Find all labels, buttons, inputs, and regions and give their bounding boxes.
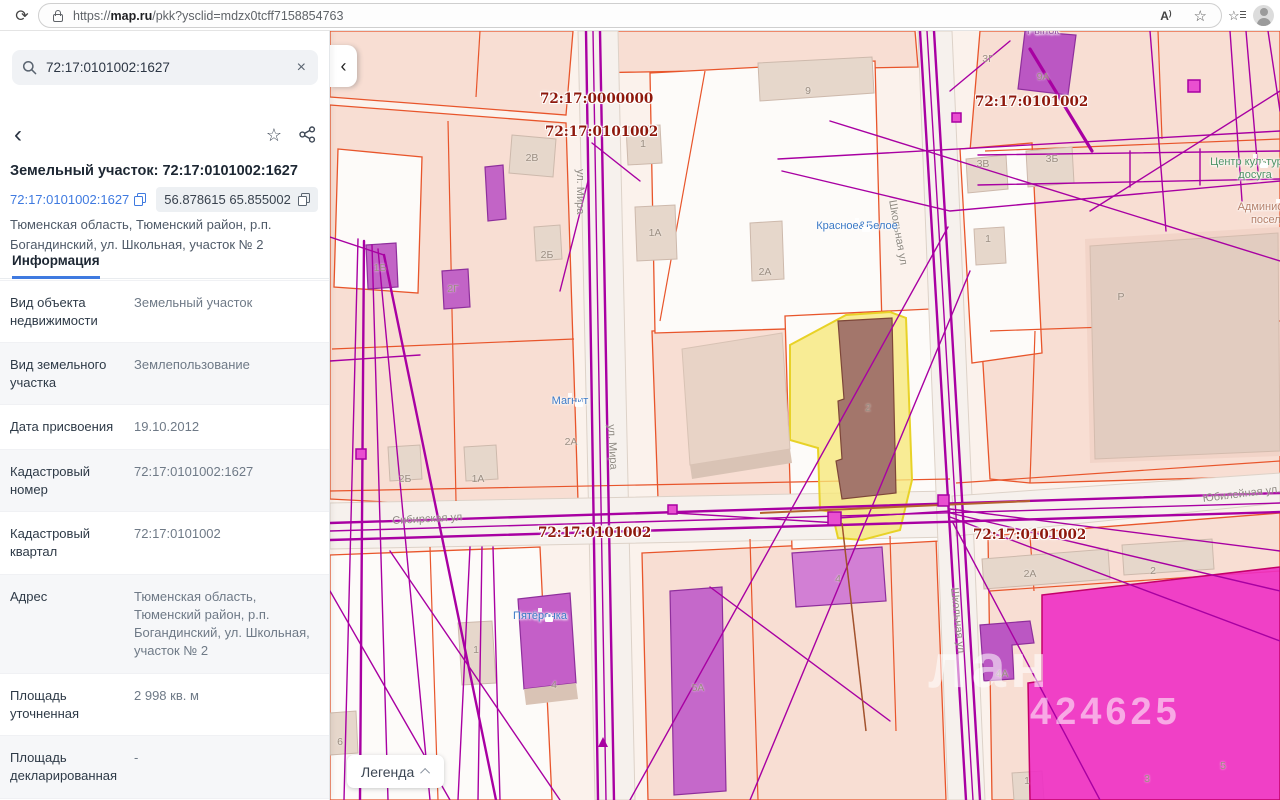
search-input[interactable] [46, 60, 295, 75]
info-table: Вид объекта недвижимости Земельный участо… [0, 280, 330, 800]
share-button[interactable] [299, 126, 316, 146]
cadastral-map[interactable]: 72:17:000000072:17:010100272:17:01010027… [330, 31, 1280, 800]
info-row-value: Землепользование [134, 356, 320, 391]
info-row-value: Земельный участок [134, 294, 320, 329]
info-row: Кадастровый номер 72:17:0101002:1627 [0, 449, 330, 511]
poi-marker[interactable]: Магнит [510, 395, 630, 408]
poi-label: Красное&Белое [797, 220, 917, 233]
info-row: АдресТюменская область, Тюменский район,… [0, 574, 330, 674]
info-row-value: - [134, 749, 320, 784]
info-row: Площадь декларированная- [0, 735, 330, 797]
info-row-label: Дата присвоения [10, 418, 122, 436]
sidebar-toolbar: ‹ ☆ [0, 123, 330, 151]
poi-marker[interactable]: Пятёрочка [480, 610, 600, 623]
legend-label: Легенда [361, 764, 414, 780]
legend-button[interactable]: Легенда [347, 755, 444, 788]
lock-icon[interactable] [53, 14, 63, 22]
info-row-value: 72:17:0101002:1627 [134, 463, 320, 498]
profile-avatar[interactable] [1253, 5, 1274, 26]
info-row-value: 19.10.2012 [134, 418, 320, 436]
refresh-icon[interactable]: ⟳ [10, 4, 34, 28]
address-bar[interactable]: https://map.ru/pkk?ysclid=mdzx0tcff71588… [38, 3, 1222, 28]
parcel-chips: 72:17:0101002:1627 56.878615 65.855002 [10, 187, 322, 212]
browser-chrome: ⟳ https://map.ru/pkk?ysclid=mdzx0tcff715… [0, 0, 1280, 31]
info-row-label: Кадастровый квартал [10, 525, 122, 560]
back-button[interactable]: ‹ [14, 123, 22, 147]
tab-information[interactable]: Информация [12, 253, 100, 279]
info-row: Кадастровый квартал 72:17:0101002 [0, 511, 330, 573]
info-row-value: 72:17:0101002 [134, 525, 320, 560]
poi-label: Магнит [510, 395, 630, 408]
share-icon [299, 126, 316, 143]
tab-bar: Информация [0, 253, 330, 279]
info-row-label: Площадь уточненная [10, 687, 122, 722]
poi-label: Администрация поселения [1218, 201, 1280, 227]
coordinates-chip[interactable]: 56.878615 65.855002 [156, 187, 318, 212]
map-canvas[interactable] [330, 31, 1280, 800]
copy-icon[interactable] [298, 193, 310, 206]
info-row-label: Адрес [10, 588, 122, 661]
highlighted-quarter[interactable] [1028, 567, 1280, 800]
parcel-address: Тюменская область, Тюменский район, р.п.… [10, 215, 316, 255]
parcel-title: Земельный участок: 72:17:0101002:1627 [10, 163, 322, 179]
info-row: Вид объекта недвижимости Земельный участо… [0, 280, 330, 342]
poi-marker[interactable]: Рынок [983, 31, 1103, 38]
poi-label: Пятёрочка [480, 610, 600, 623]
info-row: Площадь уточненная 2 998 кв. м [0, 673, 330, 735]
poi-marker[interactable]: Центр культуры и досуга [1195, 156, 1280, 182]
info-row: Дата присвоения 19.10.2012 [0, 404, 330, 449]
favorites-list-icon[interactable]: ☆ [1228, 8, 1244, 22]
poi-marker[interactable]: Администрация поселения [1218, 201, 1280, 227]
search-icon [22, 60, 37, 75]
info-sidebar: × ‹ ☆ Земельный участок: 72:17:0101002:1… [0, 31, 330, 800]
poi-marker[interactable]: Красное&Белое [797, 220, 917, 233]
info-row-label: Площадь декларированная [10, 749, 122, 784]
sidebar-collapse-button[interactable]: ‹ [330, 45, 357, 87]
read-aloud-icon[interactable]: A) [1160, 9, 1171, 23]
info-row: Вид земельного участка Землепользование [0, 342, 330, 404]
search-box[interactable]: × [12, 50, 318, 85]
url-text: https://map.ru/pkk?ysclid=mdzx0tcff71588… [73, 9, 343, 23]
info-row-label: Вид объекта недвижимости [10, 294, 122, 329]
poi-label: Центр культуры и досуга [1195, 156, 1280, 182]
info-row-label: Кадастровый номер [10, 463, 122, 498]
info-row-label: Вид земельного участка [10, 356, 122, 391]
info-row-value: 2 998 кв. м [134, 687, 320, 722]
cadastral-number-link[interactable]: 72:17:0101002:1627 [10, 192, 146, 207]
favorite-button[interactable]: ☆ [266, 125, 282, 146]
chevron-up-icon [420, 768, 430, 778]
poi-label: Рынок [983, 31, 1103, 38]
info-row-value: Тюменская область, Тюменский район, р.п.… [134, 588, 320, 661]
copy-icon[interactable] [134, 193, 146, 206]
clear-search-icon[interactable]: × [295, 59, 308, 77]
add-favorite-icon[interactable]: ☆ [1194, 7, 1207, 25]
